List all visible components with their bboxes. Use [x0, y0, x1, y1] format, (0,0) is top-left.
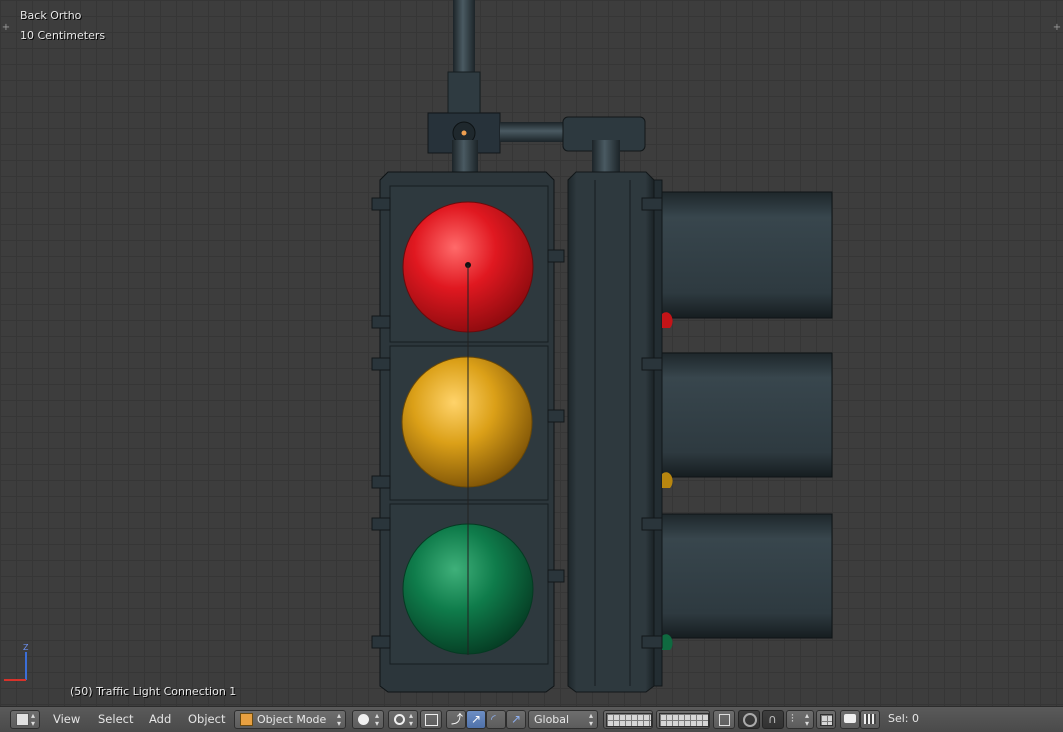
pole-arm	[500, 122, 570, 142]
axis-z-label: Z	[23, 643, 29, 652]
pole-collar	[447, 71, 481, 118]
menu-add[interactable]: Add	[149, 712, 171, 726]
snap-toggle-button[interactable]: ∩	[762, 710, 784, 729]
menu-object[interactable]: Object	[188, 712, 225, 726]
mode-label: Object Mode	[257, 713, 327, 726]
clapper-icon	[864, 714, 876, 724]
object-origin-dot	[461, 130, 467, 136]
proportional-edit-button[interactable]	[738, 710, 760, 729]
layers-group-2[interactable]	[656, 710, 710, 729]
rotate-icon: ◜	[491, 712, 496, 726]
region-toggle-icon[interactable]: +	[1, 23, 11, 33]
visor-bottom	[659, 513, 833, 639]
layers-group-1[interactable]	[603, 710, 653, 729]
manipulator-toggle[interactable]: ⤴	[446, 710, 466, 729]
grid-scale-label: 10 Centimeters	[20, 29, 106, 42]
snap-increment-icon: ⫶	[791, 712, 794, 725]
layers-grid-icon	[659, 713, 709, 727]
layers-grid-icon	[606, 713, 652, 727]
object-info-label: (50) Traffic Light Connection 1	[70, 685, 237, 698]
render-animation-button[interactable]	[860, 710, 880, 729]
arrow-icon: ↗	[471, 712, 482, 726]
chevron-updown-icon: ▴ ▾	[374, 711, 379, 728]
snap-element-selector[interactable]: ⫶ ▴ ▾	[786, 710, 814, 729]
3d-viewport[interactable]: + + Back Ortho 10 Centimeters (50) Traff…	[0, 0, 1063, 706]
layer-lock-button[interactable]	[713, 710, 735, 729]
visor-middle	[659, 352, 833, 478]
axis-gizmo: Z	[4, 643, 29, 681]
snap-target-button[interactable]	[816, 710, 836, 729]
chevron-updown-icon: ▴ ▾	[588, 711, 593, 728]
pivot-icon	[394, 714, 405, 725]
pole-vertical	[453, 0, 475, 80]
left-drop	[452, 140, 478, 175]
scale-icon: ↗	[511, 712, 522, 726]
pivot-selector[interactable]: ▴ ▾	[388, 710, 418, 729]
magnet-icon: ∩	[768, 712, 777, 726]
manipulator-icon: ⤴	[451, 712, 464, 726]
view-name-label: Back Ortho	[20, 9, 82, 22]
orientation-label: Global	[534, 713, 570, 726]
chevron-updown-icon: ▴ ▾	[30, 711, 35, 728]
selection-status: Sel: 0	[888, 712, 920, 725]
region-toggle-icon[interactable]: +	[1052, 23, 1062, 33]
translate-manipulator-button[interactable]: ↗	[466, 710, 486, 729]
chevron-updown-icon: ▴ ▾	[408, 711, 413, 728]
cube-icon	[16, 713, 29, 726]
orientation-selector[interactable]: Global ▴ ▾	[528, 710, 598, 729]
amber-lens	[401, 356, 533, 488]
solid-shading-icon	[358, 714, 369, 725]
rotate-manipulator-button[interactable]: ◜	[486, 710, 506, 729]
camera-icon	[844, 714, 856, 723]
shading-selector[interactable]: ▴ ▾	[352, 710, 384, 729]
menu-select[interactable]: Select	[98, 712, 133, 726]
only-origins-button[interactable]	[420, 710, 442, 729]
traffic-light-model[interactable]	[360, 0, 850, 700]
editor-type-button[interactable]: ▴ ▾	[10, 710, 40, 729]
chevron-updown-icon: ▴ ▾	[804, 711, 809, 728]
scale-manipulator-button[interactable]: ↗	[506, 710, 526, 729]
snap-grid-icon	[820, 714, 833, 726]
mode-selector[interactable]: Object Mode ▴ ▾	[234, 710, 346, 729]
proportional-edit-icon	[743, 713, 757, 727]
layer-icon	[719, 714, 730, 726]
visor-top	[659, 191, 833, 319]
side-housing	[567, 171, 655, 693]
viewport-header: ▴ ▾ View Select Add Object Object Mode ▴ ▾…	[0, 706, 1063, 732]
object-mode-icon	[240, 713, 253, 726]
origins-icon	[425, 714, 438, 726]
menu-view[interactable]: View	[53, 712, 80, 726]
render-image-button[interactable]	[840, 710, 860, 729]
chevron-updown-icon: ▴ ▾	[336, 711, 341, 728]
